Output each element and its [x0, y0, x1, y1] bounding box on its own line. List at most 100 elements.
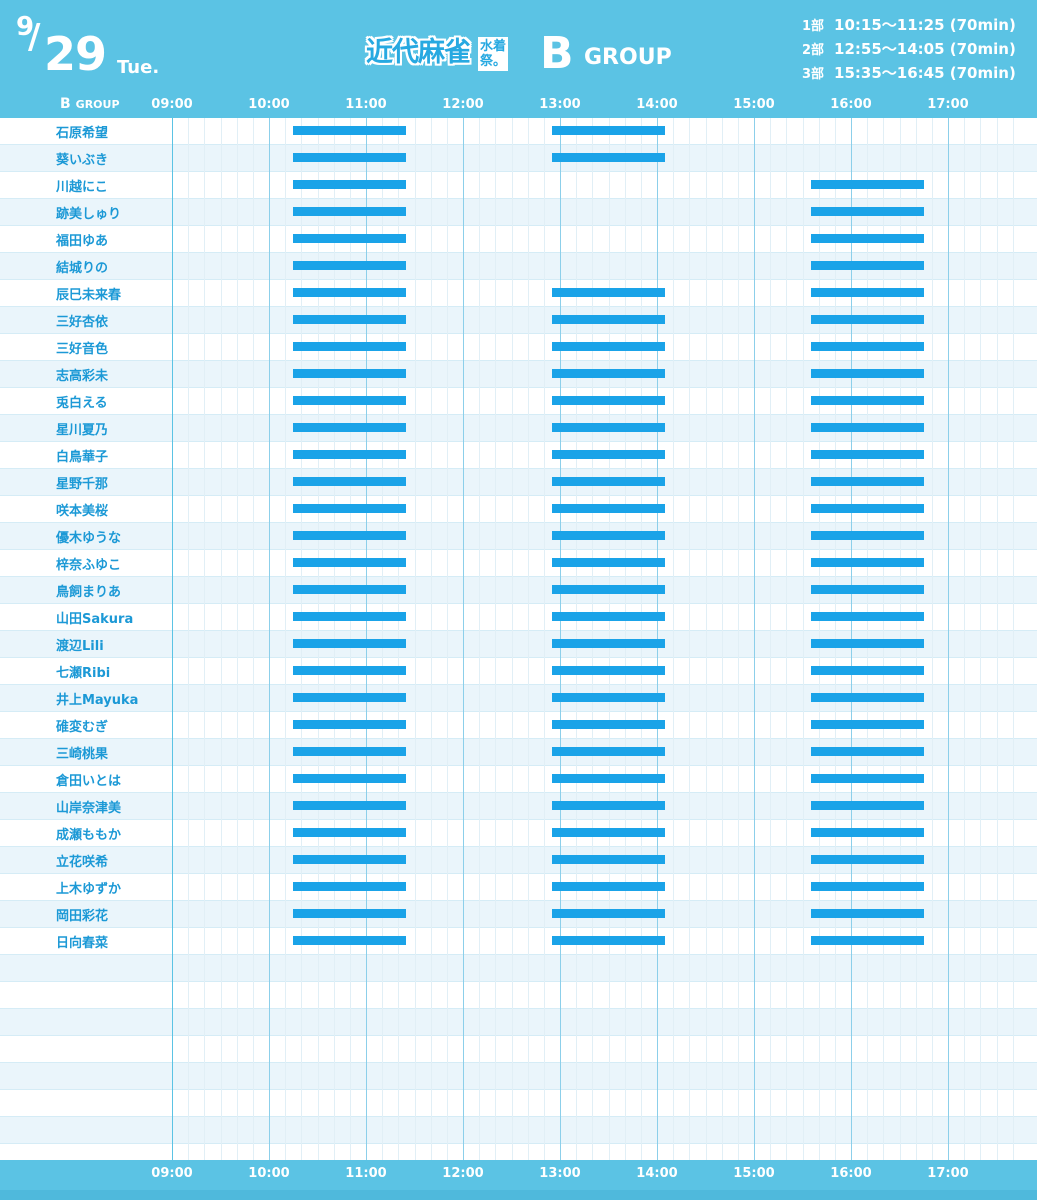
session-1-bar — [293, 126, 406, 135]
session-1-info: 1部 10:15～11:25 (70min) — [802, 14, 1016, 34]
session-3-bar — [811, 288, 924, 297]
participant-name: 三好音色 — [56, 342, 109, 357]
session-2-bar — [552, 153, 665, 162]
session-2-bar — [552, 639, 665, 648]
time-tick-label: 10:00 — [248, 97, 290, 112]
session-label: 1部 — [802, 19, 825, 34]
session-2-info: 2部 12:55～14:05 (70min) — [802, 38, 1016, 58]
session-2-bar — [552, 450, 665, 459]
schedule-page: 9 / 29 Tue. 近代麻雀 水着祭。 B GROUP 1部 10:15～11… — [0, 0, 1037, 1200]
participant-name: 兎白える — [56, 396, 108, 411]
participant-name: 福田ゆあ — [56, 234, 109, 249]
minor-gridline — [706, 118, 707, 1160]
time-tick-label: 16:00 — [830, 97, 872, 112]
participant-name: 結城りの — [56, 261, 109, 276]
minor-gridline — [738, 118, 739, 1160]
session-3-bar — [811, 882, 924, 891]
session-1-bar — [293, 585, 406, 594]
event-logo: 近代麻雀 水着祭。 — [366, 34, 510, 74]
session-1-bar — [293, 747, 406, 756]
session-2-bar — [552, 126, 665, 135]
session-1-bar — [293, 639, 406, 648]
table-row: 葵いぶき — [0, 145, 1037, 172]
participant-name: 跡美しゅり — [56, 207, 122, 222]
minor-gridline — [253, 118, 254, 1160]
session-3-bar — [811, 234, 924, 243]
session-3-bar — [811, 720, 924, 729]
hour-gridline — [463, 118, 464, 1160]
participant-name: 山岸奈津美 — [56, 801, 122, 816]
session-2-bar — [552, 585, 665, 594]
participant-name: 咲本美桜 — [56, 504, 109, 519]
session-3-bar — [811, 747, 924, 756]
session-1-bar — [293, 342, 406, 351]
session-2-bar — [552, 504, 665, 513]
time-tick-label: 17:00 — [927, 97, 969, 112]
participant-name: 三好杏依 — [56, 315, 109, 330]
session-3-bar — [811, 612, 924, 621]
session-1-bar — [293, 450, 406, 459]
time-tick-label: 10:00 — [248, 1166, 290, 1181]
minor-gridline — [512, 118, 513, 1160]
time-tick-label: 14:00 — [636, 1166, 678, 1181]
session-3-bar — [811, 585, 924, 594]
session-1-bar — [293, 315, 406, 324]
session-1-bar — [293, 855, 406, 864]
time-tick-label: 12:00 — [442, 1166, 484, 1181]
time-tick-label: 09:00 — [151, 1166, 193, 1181]
session-1-bar — [293, 477, 406, 486]
participant-name: 川越にこ — [56, 180, 108, 195]
session-3-bar — [811, 801, 924, 810]
session-1-bar — [293, 666, 406, 675]
minor-gridline — [997, 118, 998, 1160]
minor-gridline — [188, 118, 189, 1160]
group-letter: B — [540, 28, 574, 79]
session-label: 2部 — [802, 43, 825, 58]
session-1-bar — [293, 288, 406, 297]
session-1-bar — [293, 504, 406, 513]
hour-gridline — [172, 118, 173, 1160]
session-2-bar — [552, 477, 665, 486]
participant-name: 星川夏乃 — [56, 423, 109, 438]
participant-name: 辰巳未来春 — [56, 288, 122, 303]
minor-gridline — [689, 118, 690, 1160]
session-1-bar — [293, 369, 406, 378]
corner-letter: B — [60, 96, 71, 112]
session-1-bar — [293, 774, 406, 783]
participant-name: 井上Mayuka — [56, 693, 139, 708]
minor-gridline — [415, 118, 416, 1160]
time-tick-label: 13:00 — [539, 1166, 581, 1181]
session-3-bar — [811, 261, 924, 270]
session-2-bar — [552, 396, 665, 405]
footer-band — [0, 1190, 1037, 1200]
session-1-bar — [293, 531, 406, 540]
minor-gridline — [722, 118, 723, 1160]
table-row — [0, 1063, 1037, 1090]
session-2-bar — [552, 801, 665, 810]
minor-gridline — [1013, 118, 1014, 1160]
session-3-bar — [811, 936, 924, 945]
table-row — [0, 1036, 1037, 1063]
session-3-bar — [811, 477, 924, 486]
table-row — [0, 1117, 1037, 1144]
participant-name: 山田Sakura — [56, 612, 134, 627]
session-1-bar — [293, 423, 406, 432]
time-tick-label: 11:00 — [345, 97, 387, 112]
minor-gridline — [964, 118, 965, 1160]
table-row: 石原希望 — [0, 118, 1037, 145]
session-3-bar — [811, 369, 924, 378]
session-2-bar — [552, 828, 665, 837]
participant-name: 白鳥華子 — [56, 450, 109, 465]
participant-name: 志高彩未 — [56, 369, 109, 384]
minor-gridline — [237, 118, 238, 1160]
session-3-bar — [811, 828, 924, 837]
participant-name: 星野千那 — [56, 477, 109, 492]
minor-gridline — [673, 118, 674, 1160]
minor-gridline — [803, 118, 804, 1160]
participant-name: 上木ゆずか — [56, 882, 122, 897]
corner-word: GROUP — [75, 98, 120, 111]
minor-gridline — [285, 118, 286, 1160]
session-3-bar — [811, 504, 924, 513]
session-1-bar — [293, 558, 406, 567]
session-3-bar — [811, 207, 924, 216]
